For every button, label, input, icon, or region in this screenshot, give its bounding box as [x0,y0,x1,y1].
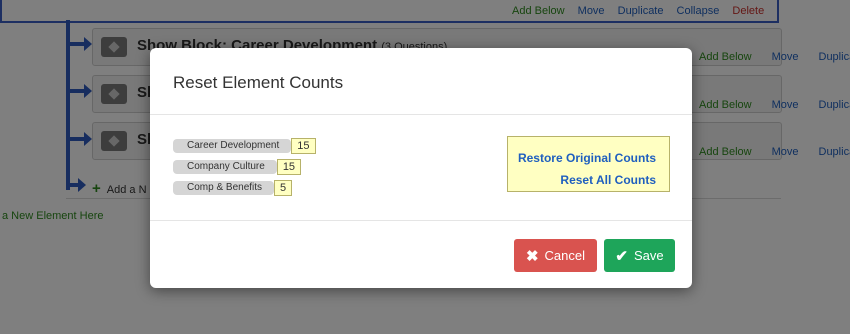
dialog-title: Reset Element Counts [173,73,344,92]
save-button-label: Save [633,248,664,263]
count-row: Comp & Benefits 5 [173,180,293,196]
cancel-button-label: Cancel [544,248,586,263]
count-row: Career Development 15 [173,138,316,154]
close-icon: ✖ [525,247,539,265]
restore-original-counts-link[interactable]: Restore Original Counts [508,147,656,169]
reset-all-counts-link[interactable]: Reset All Counts [508,169,656,191]
reset-counts-dialog: Reset Element Counts Career Development … [150,48,692,288]
count-value-field[interactable]: 15 [291,138,316,154]
cancel-button[interactable]: ✖ Cancel [514,239,597,272]
restore-options-box: Restore Original Counts Reset All Counts [507,136,670,192]
dialog-header: Reset Element Counts [150,48,692,115]
count-row: Company Culture 15 [173,159,302,175]
count-value-field[interactable]: 5 [274,180,293,196]
check-icon: ✔ [615,247,628,265]
count-value-field[interactable]: 15 [276,159,302,175]
dialog-footer: ✖ Cancel ✔ Save [150,221,692,287]
count-label: Company Culture [173,160,277,174]
count-label: Comp & Benefits [173,181,275,195]
save-button[interactable]: ✔ Save [604,239,675,272]
count-label: Career Development [173,139,292,153]
dialog-body: Career Development 15 Company Culture 15… [150,115,692,221]
